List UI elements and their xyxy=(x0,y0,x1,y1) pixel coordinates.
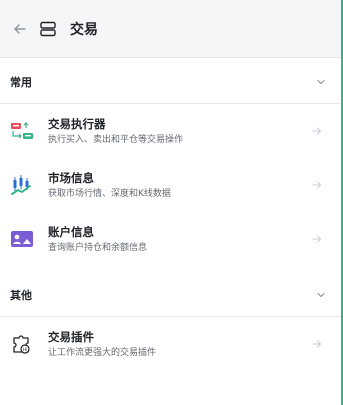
section-header-other[interactable]: 其他 xyxy=(0,273,343,317)
item-description: 查询账户持仓和余额信息 xyxy=(48,242,148,253)
account-card-icon xyxy=(10,227,34,251)
item-title: 交易插件 xyxy=(48,329,94,344)
section-header-common[interactable]: 常用 xyxy=(0,60,343,104)
arrow-right-icon xyxy=(311,338,323,350)
arrow-right-icon xyxy=(311,125,323,137)
page-title: 交易 xyxy=(70,21,98,38)
list-item-trade-executor[interactable]: 交易执行器 执行买入、卖出和平仓等交易操作 xyxy=(0,104,343,158)
list-item-trade-plugin[interactable]: Hi 交易插件 让工作流更强大的交易插件 xyxy=(0,317,343,371)
plugin-puzzle-icon: Hi xyxy=(10,332,34,356)
header-bar: 交易 xyxy=(0,0,343,58)
chevron-down-icon[interactable] xyxy=(315,76,327,88)
section-title: 其他 xyxy=(10,288,32,302)
item-description: 获取市场行情、深度和K线数据 xyxy=(48,188,171,199)
item-title: 账户信息 xyxy=(48,224,94,239)
arrow-right-icon xyxy=(311,233,323,245)
list-item-market-info[interactable]: 市场信息 获取市场行情、深度和K线数据 xyxy=(0,158,343,212)
panel-icon xyxy=(38,19,58,39)
svg-text:Hi: Hi xyxy=(23,347,28,353)
market-chart-icon xyxy=(10,173,34,197)
trade-executor-icon xyxy=(10,119,34,143)
item-title: 交易执行器 xyxy=(48,116,106,131)
item-description: 执行买入、卖出和平仓等交易操作 xyxy=(48,134,184,145)
section-title: 常用 xyxy=(10,75,32,89)
list-item-account-info[interactable]: 账户信息 查询账户持仓和余额信息 xyxy=(0,212,343,266)
chevron-down-icon[interactable] xyxy=(315,289,327,301)
item-description: 让工作流更强大的交易插件 xyxy=(48,347,157,358)
arrow-right-icon xyxy=(311,179,323,191)
back-arrow-icon[interactable] xyxy=(12,21,28,37)
item-title: 市场信息 xyxy=(48,170,94,185)
